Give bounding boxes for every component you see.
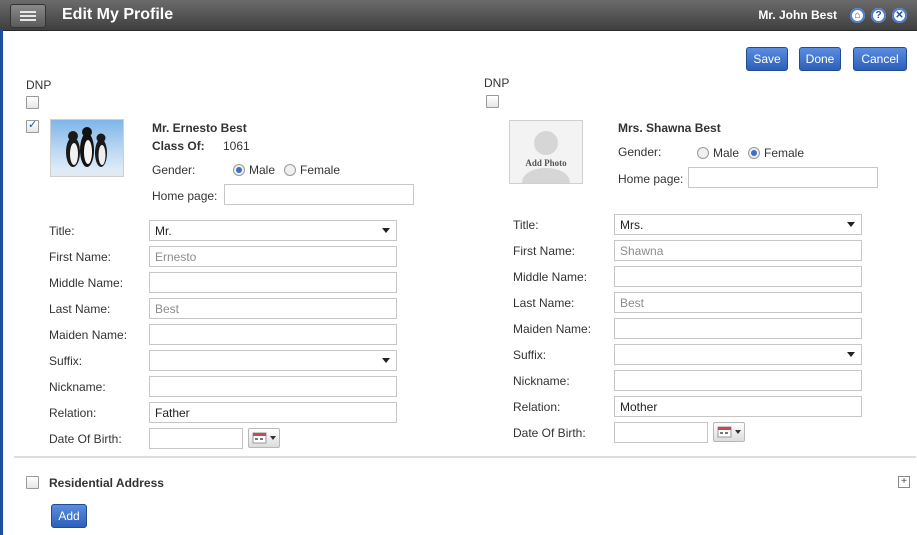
title-select[interactable]: Mr. — [149, 220, 397, 241]
penguins-image — [51, 127, 123, 176]
maiden-name-label: Maiden Name: — [49, 328, 128, 342]
middle-name-input-spouse[interactable] — [614, 266, 862, 287]
calendar-glyph — [252, 432, 276, 444]
gender-male-radio-spouse[interactable] — [697, 147, 709, 159]
gender-female-radio-spouse[interactable] — [748, 147, 760, 159]
title-bar: Edit My Profile Mr. John Best ⌂ ? ✕ — [0, 0, 917, 31]
chevron-down-icon — [847, 352, 855, 357]
add-address-button[interactable]: Add — [51, 504, 87, 528]
page-title: Edit My Profile — [62, 6, 174, 23]
gender-label: Gender: — [152, 163, 196, 177]
first-name-input[interactable]: Ernesto — [149, 246, 397, 267]
title-select-spouse[interactable]: Mrs. — [614, 214, 862, 235]
nickname-label-spouse: Nickname: — [513, 374, 570, 388]
section-divider — [14, 456, 916, 458]
save-button[interactable]: Save — [746, 47, 788, 71]
chevron-down-icon — [382, 358, 390, 363]
home-icon[interactable]: ⌂ — [850, 8, 865, 23]
dnp-label-spouse: DNP — [484, 76, 510, 90]
add-photo-placeholder[interactable]: Add Photo — [509, 120, 583, 184]
dob-label: Date Of Birth: — [49, 432, 122, 446]
avatar-silhouette-icon — [522, 131, 570, 183]
add-photo-label: Add Photo — [525, 158, 567, 168]
calendar-icon[interactable] — [248, 428, 280, 448]
chevron-down-icon — [847, 222, 855, 227]
title-label-spouse: Title: — [513, 218, 539, 232]
gender-female-label: Female — [300, 163, 341, 177]
select-person-checkbox[interactable] — [26, 118, 39, 133]
person-name-spouse: Mrs. Shawna Best — [618, 121, 721, 135]
dnp-label: DNP — [26, 78, 52, 92]
gender-label-spouse: Gender: — [618, 145, 662, 159]
help-icon[interactable]: ? — [871, 8, 886, 23]
person-name: Mr. Ernesto Best — [152, 121, 247, 135]
done-button[interactable]: Done — [799, 47, 841, 71]
gender-male-label-spouse: Male — [713, 146, 740, 160]
suffix-select-spouse[interactable] — [614, 344, 862, 365]
suffix-label-spouse: Suffix: — [513, 348, 547, 362]
dob-input-spouse[interactable] — [614, 422, 708, 443]
nickname-label: Nickname: — [49, 380, 106, 394]
middle-name-label-spouse: Middle Name: — [513, 270, 588, 284]
gender-male-radio[interactable] — [233, 164, 245, 176]
maiden-name-label-spouse: Maiden Name: — [513, 322, 592, 336]
residential-address-label: Residential Address — [49, 476, 164, 490]
homepage-label-spouse: Home page: — [618, 172, 684, 186]
dob-label-spouse: Date Of Birth: — [513, 426, 586, 440]
relation-input-spouse[interactable]: Mother — [614, 396, 862, 417]
calendar-glyph — [717, 426, 741, 438]
dob-input[interactable] — [149, 428, 243, 449]
relation-label: Relation: — [49, 406, 97, 420]
last-name-label: Last Name: — [49, 302, 111, 316]
middle-name-label: Middle Name: — [49, 276, 124, 290]
cancel-button[interactable]: Cancel — [853, 47, 907, 71]
relation-input[interactable]: Father — [149, 402, 397, 423]
title-label: Title: — [49, 224, 75, 238]
homepage-label: Home page: — [152, 189, 218, 203]
gender-female-radio[interactable] — [284, 164, 296, 176]
title-select-value: Mr. — [155, 224, 172, 238]
class-of-label: Class Of: — [152, 139, 205, 153]
first-name-input-spouse[interactable]: Shawna — [614, 240, 862, 261]
homepage-input-spouse[interactable] — [688, 167, 878, 188]
profile-photo[interactable] — [50, 119, 124, 177]
last-name-input[interactable]: Best — [149, 298, 397, 319]
maiden-name-input-spouse[interactable] — [614, 318, 862, 339]
last-name-input-spouse[interactable]: Best — [614, 292, 862, 313]
first-name-label-spouse: First Name: — [513, 244, 576, 258]
left-accent-bar — [0, 30, 3, 535]
middle-name-input[interactable] — [149, 272, 397, 293]
menu-icon[interactable] — [10, 4, 46, 28]
suffix-select[interactable] — [149, 350, 397, 371]
chevron-down-icon — [382, 228, 390, 233]
relation-label-spouse: Relation: — [513, 400, 561, 414]
nickname-input-spouse[interactable] — [614, 370, 862, 391]
title-select-value-spouse: Mrs. — [620, 218, 644, 232]
homepage-input[interactable] — [224, 184, 414, 205]
calendar-icon[interactable] — [713, 422, 745, 442]
dnp-checkbox-spouse[interactable] — [486, 95, 499, 108]
dnp-checkbox[interactable] — [26, 96, 39, 109]
expand-icon[interactable]: + — [898, 476, 910, 488]
nickname-input[interactable] — [149, 376, 397, 397]
residential-address-checkbox[interactable] — [26, 476, 39, 489]
last-name-label-spouse: Last Name: — [513, 296, 575, 310]
maiden-name-input[interactable] — [149, 324, 397, 345]
suffix-label: Suffix: — [49, 354, 83, 368]
user-name: Mr. John Best — [758, 8, 837, 22]
gender-male-label: Male — [249, 163, 276, 177]
gender-female-label-spouse: Female — [764, 146, 805, 160]
close-icon[interactable]: ✕ — [892, 8, 907, 23]
first-name-label: First Name: — [49, 250, 112, 264]
class-of-value: 1061 — [223, 139, 250, 153]
